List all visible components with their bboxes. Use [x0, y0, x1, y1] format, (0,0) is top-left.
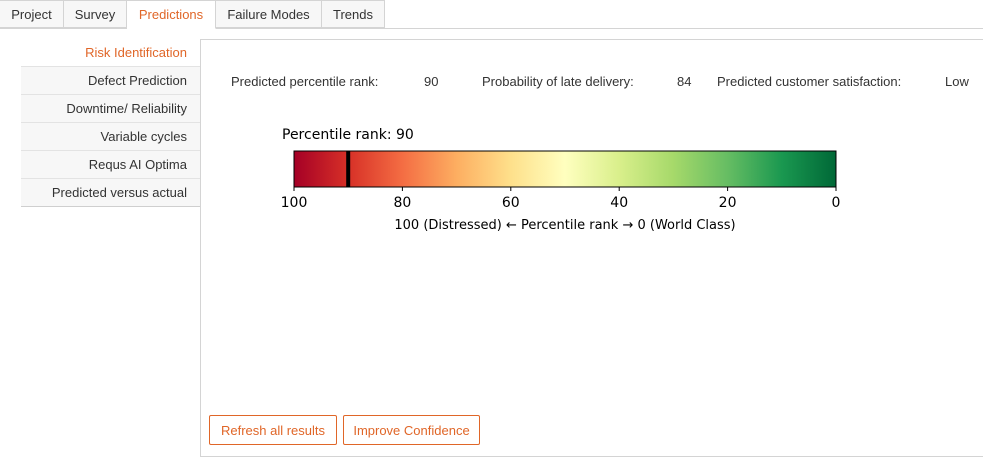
sidebar-item-requs-ai-optima[interactable]: Requs AI Optima — [21, 151, 200, 179]
tab-trends[interactable]: Trends — [322, 0, 385, 28]
percentile-rank-value: 90 — [424, 74, 439, 89]
gauge-tick-label: 80 — [393, 195, 411, 211]
gauge-tick-label: 40 — [610, 195, 628, 211]
tab-label: Project — [11, 6, 52, 22]
tab-label: Survey — [74, 6, 116, 22]
sidebar-item-risk-identification[interactable]: Risk Identification — [21, 39, 200, 67]
sidebar-item-defect-prediction[interactable]: Defect Prediction — [21, 67, 200, 95]
tab-predictions[interactable]: Predictions — [127, 0, 216, 29]
tab-survey[interactable]: Survey — [64, 0, 127, 28]
refresh-all-results-button[interactable]: Refresh all results — [209, 415, 337, 445]
late-delivery-label: Probability of late delivery: — [482, 74, 634, 89]
sidebar-item-label: Defect Prediction — [88, 73, 187, 88]
percentile-rank-label: Predicted percentile rank: — [231, 74, 379, 89]
gauge-tick-label: 0 — [832, 195, 841, 211]
predictions-side-nav: Risk Identification Defect Prediction Do… — [21, 39, 200, 207]
sidebar-item-downtime-reliability[interactable]: Downtime/ Reliability — [21, 95, 200, 123]
gauge-axis-label: 100 (Distressed) ← Percentile rank → 0 (… — [394, 218, 735, 233]
sidebar-item-label: Requs AI Optima — [88, 157, 187, 172]
tab-failure-modes[interactable]: Failure Modes — [216, 0, 322, 28]
sidebar-item-label: Predicted versus actual — [51, 185, 187, 200]
gauge-title: Percentile rank: 90 — [282, 127, 414, 143]
tab-label: Failure Modes — [227, 6, 310, 22]
main-tab-bar: Project Survey Predictions Failure Modes… — [0, 0, 983, 29]
gauge-tick-label: 100 — [281, 195, 308, 211]
sidebar-item-label: Downtime/ Reliability — [66, 101, 187, 116]
gauge-ticks: 100 80 60 40 20 0 — [281, 187, 841, 211]
sidebar-item-label: Variable cycles — [100, 129, 187, 144]
gauge-tick-label: 60 — [502, 195, 520, 211]
sidebar-item-label: Risk Identification — [85, 45, 187, 60]
percentile-gauge: 100 80 60 40 20 0 100 (Distressed) ← Percenti… — [281, 150, 841, 233]
improve-confidence-button[interactable]: Improve Confidence — [343, 415, 480, 445]
tab-label: Predictions — [138, 7, 204, 22]
content-panel — [200, 39, 983, 457]
sidebar-item-predicted-versus-actual[interactable]: Predicted versus actual — [21, 179, 200, 207]
tab-label: Trends — [333, 6, 373, 22]
gauge-colorbar — [294, 151, 836, 187]
gauge-tick-label: 20 — [719, 195, 737, 211]
sidebar-item-variable-cycles[interactable]: Variable cycles — [21, 123, 200, 151]
late-delivery-value: 84 — [677, 74, 692, 89]
customer-satisfaction-label: Predicted customer satisfaction: — [717, 74, 902, 89]
tab-project[interactable]: Project — [0, 0, 64, 28]
customer-satisfaction-value: Low — [945, 74, 969, 89]
